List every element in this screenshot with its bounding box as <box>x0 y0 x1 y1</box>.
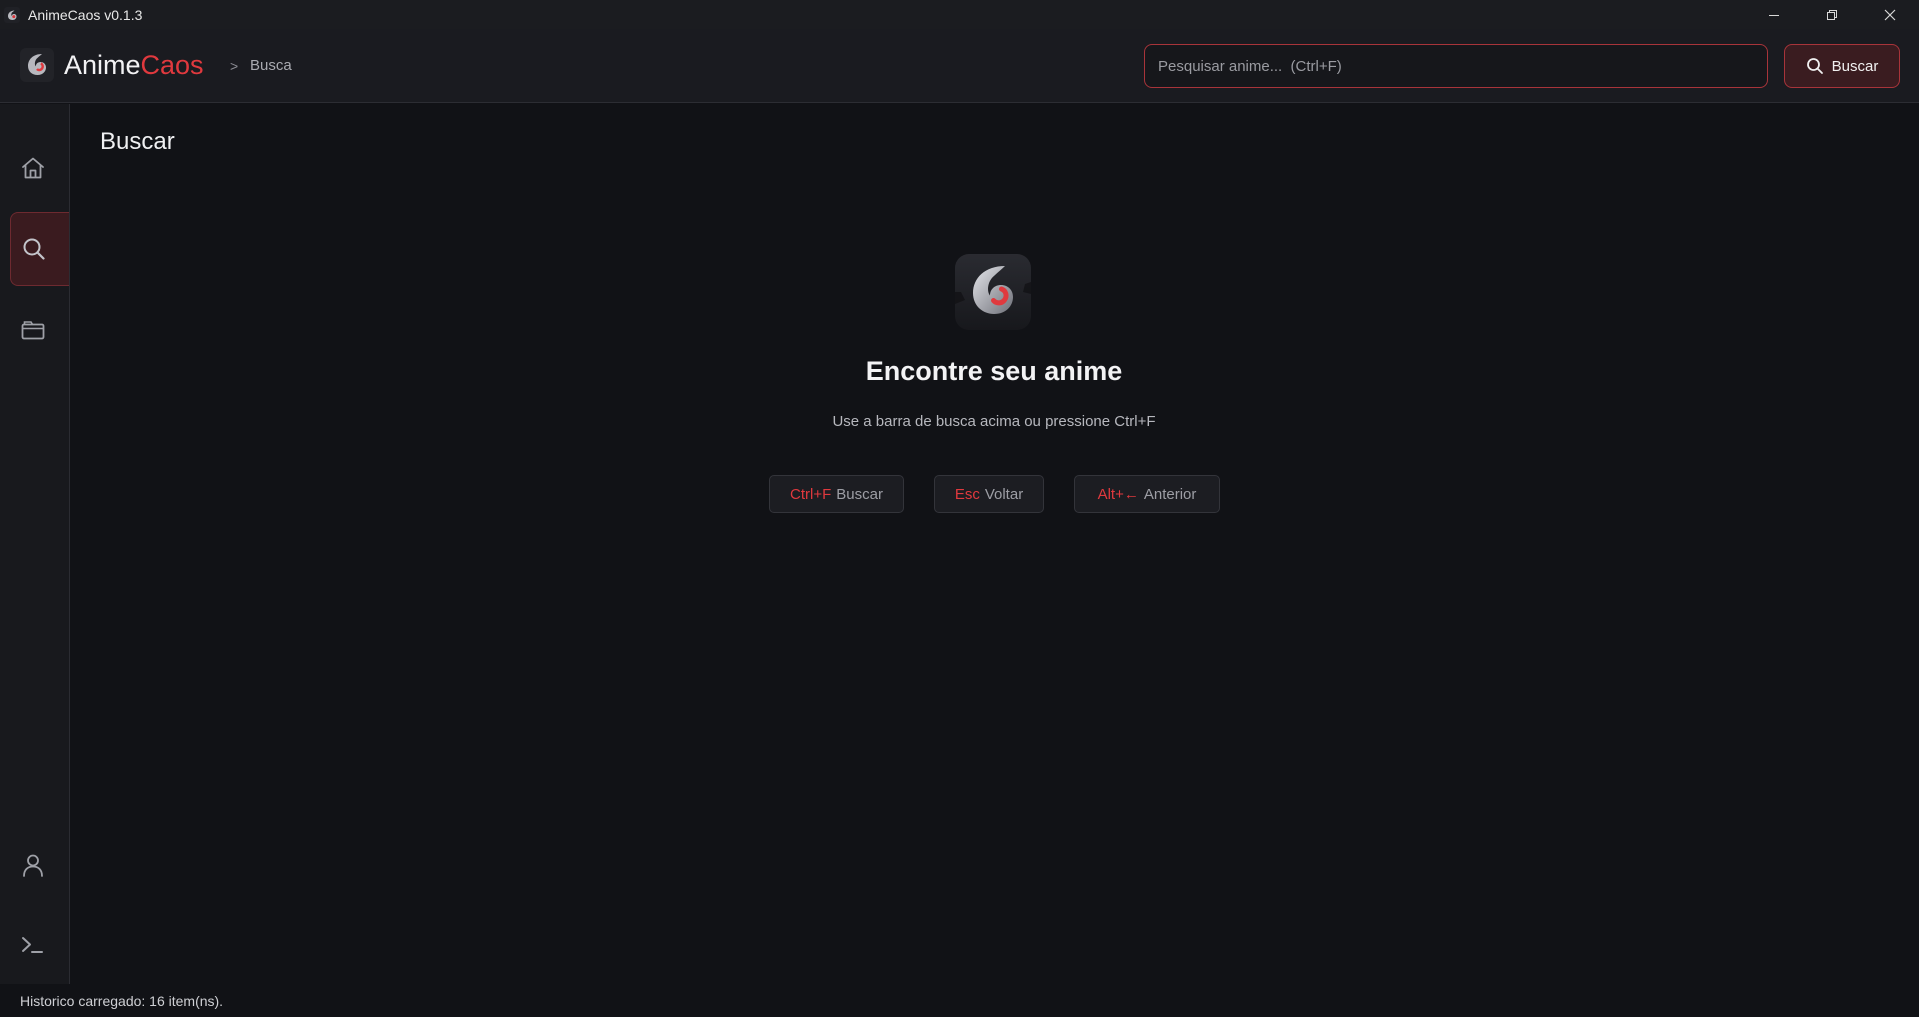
shortcut-key: Alt+← <box>1097 485 1139 503</box>
minimize-icon <box>1769 14 1779 16</box>
breadcrumb-separator: > <box>230 58 239 74</box>
main-content: Buscar Encontre seu anime Use a barra de… <box>71 104 1919 984</box>
shortcut-label: Voltar <box>984 485 1024 503</box>
window-titlebar: AnimeCaos v0.1.3 <box>0 0 1919 29</box>
empty-state-title: Encontre seu anime <box>865 356 1123 386</box>
app-header: AnimeCaos > Busca Buscar <box>0 29 1919 103</box>
status-bar: Historico carregado: 16 item(ns). <box>0 984 1919 1017</box>
page-title: Buscar <box>100 128 175 155</box>
sidebar-item-library[interactable] <box>10 293 69 367</box>
minimize-button[interactable] <box>1745 0 1803 29</box>
shortcut-hint-back: Esc Voltar <box>934 475 1044 513</box>
sidebar-item-console[interactable] <box>10 908 69 982</box>
app-logo-icon <box>4 6 20 23</box>
sidebar <box>0 104 70 984</box>
sidebar-item-search[interactable] <box>10 212 69 286</box>
search-button[interactable]: Buscar <box>1784 44 1900 88</box>
close-icon <box>1884 9 1896 20</box>
brand-logo-icon[interactable] <box>20 48 54 82</box>
brand-name: Anime <box>64 50 141 80</box>
sidebar-item-profile[interactable] <box>10 828 69 902</box>
user-icon <box>23 854 43 877</box>
shortcut-label: Buscar <box>836 485 883 503</box>
brand-title[interactable]: AnimeCaos <box>64 48 204 82</box>
restore-icon <box>1827 9 1837 20</box>
search-icon <box>23 238 45 260</box>
status-text: Historico carregado: 16 item(ns). <box>20 992 224 1009</box>
terminal-icon <box>22 937 43 953</box>
search-button-label: Buscar <box>1831 57 1879 75</box>
folder-icon <box>21 321 45 340</box>
shortcut-hint-search: Ctrl+F Buscar <box>769 475 904 513</box>
brand-name-accent: Caos <box>140 50 204 80</box>
shortcut-key: Esc <box>954 485 980 503</box>
sidebar-item-home[interactable] <box>10 131 69 205</box>
close-window-button[interactable] <box>1861 0 1919 29</box>
breadcrumb: Busca <box>250 57 292 74</box>
window-title: AnimeCaos v0.1.3 <box>28 6 143 23</box>
shortcut-key: Ctrl+F <box>790 485 832 503</box>
shortcut-label: Anterior <box>1143 485 1197 503</box>
search-input[interactable] <box>1144 44 1768 88</box>
brand-logo-icon <box>955 254 1031 330</box>
empty-state-subtitle: Use a barra de busca acima ou pressione … <box>832 413 1156 430</box>
search-icon <box>1806 58 1823 74</box>
home-icon <box>22 157 44 179</box>
shortcut-hint-previous: Alt+← Anterior <box>1074 475 1220 513</box>
restore-button[interactable] <box>1803 0 1861 29</box>
